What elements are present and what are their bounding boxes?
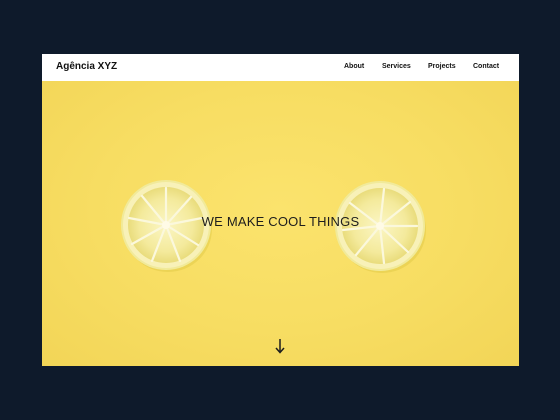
hero-section: WE MAKE COOL THINGS: [42, 81, 519, 366]
website-preview: Agência XYZ About Services Projects Cont…: [42, 54, 519, 366]
nav-link-about[interactable]: About: [344, 63, 364, 70]
nav-link-contact[interactable]: Contact: [473, 63, 499, 70]
arrow-down-icon[interactable]: [273, 337, 287, 355]
nav-link-services[interactable]: Services: [382, 63, 411, 70]
brand-logo-text[interactable]: Agência XYZ: [56, 61, 117, 72]
navbar: Agência XYZ About Services Projects Cont…: [42, 54, 519, 81]
hero-headline: WE MAKE COOL THINGS: [201, 214, 360, 229]
nav-link-projects[interactable]: Projects: [428, 63, 456, 70]
